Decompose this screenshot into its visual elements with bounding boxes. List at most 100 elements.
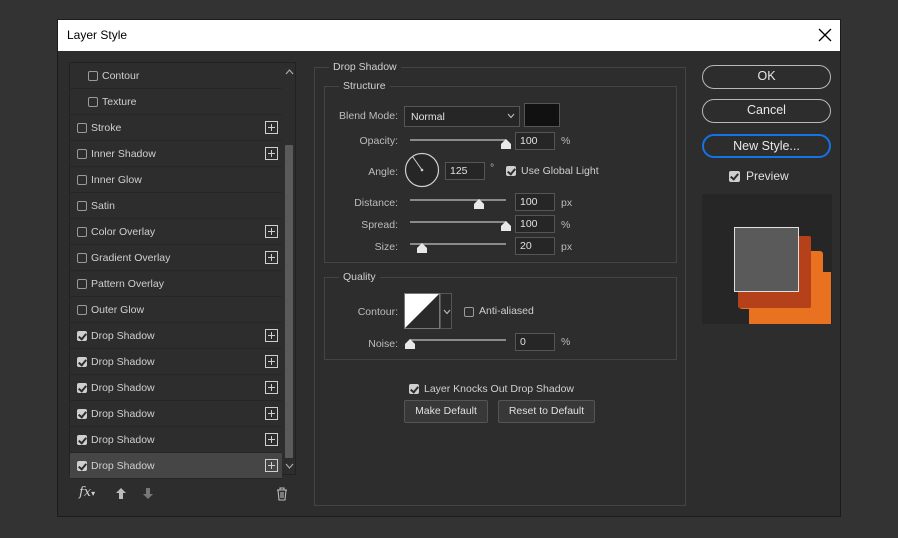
style-checkbox[interactable]	[77, 227, 87, 237]
noise-label: Noise:	[368, 338, 398, 350]
add-effect-icon[interactable]	[265, 381, 278, 394]
use-global-light-label: Use Global Light	[521, 165, 599, 177]
style-list-item[interactable]: Contour	[70, 63, 282, 89]
knockout-label: Layer Knocks Out Drop Shadow	[424, 383, 574, 395]
opacity-slider-thumb[interactable]	[501, 139, 511, 149]
add-effect-icon[interactable]	[265, 121, 278, 134]
angle-input[interactable]: 125	[445, 162, 485, 180]
style-list-item[interactable]: Inner Glow	[70, 167, 282, 193]
style-list-item[interactable]: Drop Shadow	[70, 401, 282, 427]
shadow-color-swatch[interactable]	[524, 103, 560, 127]
style-label: Drop Shadow	[91, 382, 155, 394]
style-list-item[interactable]: Satin	[70, 193, 282, 219]
distance-slider-thumb[interactable]	[474, 199, 485, 209]
noise-slider[interactable]	[410, 339, 506, 341]
anti-aliased-checkbox[interactable]	[464, 307, 474, 317]
size-slider-thumb[interactable]	[417, 243, 428, 253]
distance-label: Distance:	[354, 197, 398, 209]
style-list-item[interactable]: Stroke	[70, 115, 282, 141]
style-list-item[interactable]: Outer Glow	[70, 297, 282, 323]
size-input[interactable]: 20	[515, 237, 555, 255]
style-checkbox[interactable]	[77, 175, 87, 185]
fx-icon[interactable]: fx▾	[79, 485, 95, 500]
ok-button[interactable]: OK	[702, 65, 831, 89]
style-checkbox[interactable]	[77, 409, 87, 419]
blend-mode-select[interactable]: Normal	[404, 106, 520, 127]
style-checkbox[interactable]	[88, 97, 98, 107]
quality-title: Quality	[339, 271, 380, 283]
make-default-button[interactable]: Make Default	[404, 400, 488, 423]
structure-title: Structure	[339, 80, 390, 92]
reset-to-default-button[interactable]: Reset to Default	[498, 400, 595, 423]
styles-list-toolbar: fx▾	[69, 484, 296, 506]
move-down-icon[interactable]	[142, 487, 154, 500]
new-style-button[interactable]: New Style...	[702, 134, 831, 158]
styles-scrollbar[interactable]	[283, 63, 295, 474]
spread-input[interactable]: 100	[515, 215, 555, 233]
style-checkbox[interactable]	[88, 71, 98, 81]
opacity-input[interactable]: 100	[515, 132, 555, 150]
style-label: Pattern Overlay	[91, 278, 164, 290]
structure-group: Structure Blend Mode: Normal Opacity: 10…	[324, 80, 677, 263]
add-effect-icon[interactable]	[265, 355, 278, 368]
style-list-item[interactable]: Drop Shadow	[70, 427, 282, 453]
style-checkbox[interactable]	[77, 305, 87, 315]
style-list-item[interactable]: Drop Shadow	[70, 453, 282, 479]
preview-thumbnail	[702, 194, 832, 324]
knockout-checkbox[interactable]	[409, 384, 419, 394]
move-up-icon[interactable]	[115, 487, 127, 500]
style-label: Satin	[91, 200, 115, 212]
add-effect-icon[interactable]	[265, 225, 278, 238]
preview-checkbox[interactable]	[729, 171, 740, 182]
style-list-item[interactable]: Pattern Overlay	[70, 271, 282, 297]
style-checkbox[interactable]	[77, 357, 87, 367]
style-checkbox[interactable]	[77, 201, 87, 211]
style-checkbox[interactable]	[77, 253, 87, 263]
noise-slider-thumb[interactable]	[405, 339, 415, 349]
contour-dropdown[interactable]	[440, 293, 452, 329]
style-label: Texture	[102, 96, 137, 108]
noise-input[interactable]: 0	[515, 333, 555, 351]
cancel-button[interactable]: Cancel	[702, 99, 831, 123]
opacity-unit: %	[561, 135, 571, 147]
opacity-slider[interactable]	[410, 139, 506, 141]
contour-curve-icon[interactable]	[404, 293, 440, 329]
angle-dial-icon[interactable]	[404, 152, 440, 188]
style-checkbox[interactable]	[77, 123, 87, 133]
opacity-label: Opacity:	[359, 135, 398, 147]
style-list-item[interactable]: Color Overlay	[70, 219, 282, 245]
style-list-item[interactable]: Texture	[70, 89, 282, 115]
style-checkbox[interactable]	[77, 461, 87, 471]
style-label: Drop Shadow	[91, 356, 155, 368]
add-effect-icon[interactable]	[265, 459, 278, 472]
add-effect-icon[interactable]	[265, 329, 278, 342]
distance-slider[interactable]	[410, 199, 506, 201]
style-checkbox[interactable]	[77, 279, 87, 289]
dialog-title: Layer Style	[67, 28, 128, 42]
add-effect-icon[interactable]	[265, 407, 278, 420]
style-checkbox[interactable]	[77, 331, 87, 341]
quality-group: Quality Contour: Anti-aliased Noise: 0 %	[324, 271, 677, 360]
spread-slider[interactable]	[410, 221, 506, 223]
style-list-item[interactable]: Drop Shadow	[70, 323, 282, 349]
style-checkbox[interactable]	[77, 435, 87, 445]
style-list-item[interactable]: Drop Shadow	[70, 375, 282, 401]
style-checkbox[interactable]	[77, 383, 87, 393]
distance-input[interactable]: 100	[515, 193, 555, 211]
style-list-item[interactable]: Gradient Overlay	[70, 245, 282, 271]
trash-icon[interactable]	[276, 487, 288, 501]
style-list-item[interactable]: Drop Shadow	[70, 349, 282, 375]
style-label: Color Overlay	[91, 226, 156, 238]
add-effect-icon[interactable]	[265, 433, 278, 446]
style-list-item[interactable]: Inner Shadow	[70, 141, 282, 167]
close-icon[interactable]	[816, 26, 834, 44]
style-checkbox[interactable]	[77, 149, 87, 159]
scrollbar-thumb[interactable]	[285, 145, 293, 458]
scroll-up-icon[interactable]	[285, 68, 294, 75]
add-effect-icon[interactable]	[265, 251, 278, 264]
use-global-light-checkbox[interactable]	[506, 166, 516, 176]
spread-slider-thumb[interactable]	[501, 221, 511, 231]
add-effect-icon[interactable]	[265, 147, 278, 160]
style-label: Inner Shadow	[91, 148, 156, 160]
scroll-down-icon[interactable]	[285, 463, 294, 470]
